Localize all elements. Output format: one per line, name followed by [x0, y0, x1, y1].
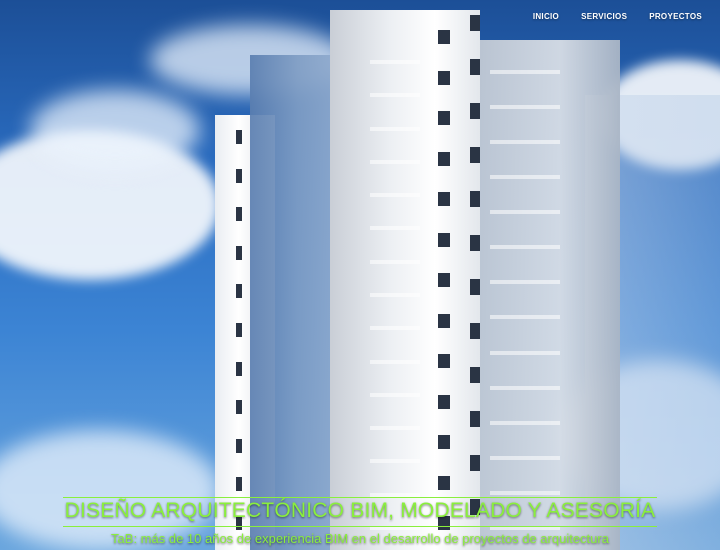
hero-section: INICIO SERVICIOS PROYECTOS DISEÑO ARQUIT…: [0, 0, 720, 550]
window-column: [438, 30, 450, 530]
hero-subline: TaB: más de 10 años de experiencia BIM e…: [111, 531, 609, 546]
nav-item-proyectos[interactable]: PROYECTOS: [649, 12, 702, 21]
nav-item-servicios[interactable]: SERVICIOS: [581, 12, 627, 21]
window-column: [470, 15, 480, 515]
balcony-column: [370, 60, 420, 530]
main-navigation: INICIO SERVICIOS PROYECTOS: [533, 12, 702, 21]
window-column: [236, 130, 242, 530]
hero-headline: DISEÑO ARQUITECTÓNICO BIM, MODELADO Y AS…: [62, 497, 658, 527]
balcony-column: [490, 70, 560, 530]
nav-item-inicio[interactable]: INICIO: [533, 12, 559, 21]
cloud: [30, 90, 200, 170]
hero-caption: DISEÑO ARQUITECTÓNICO BIM, MODELADO Y AS…: [0, 497, 720, 546]
